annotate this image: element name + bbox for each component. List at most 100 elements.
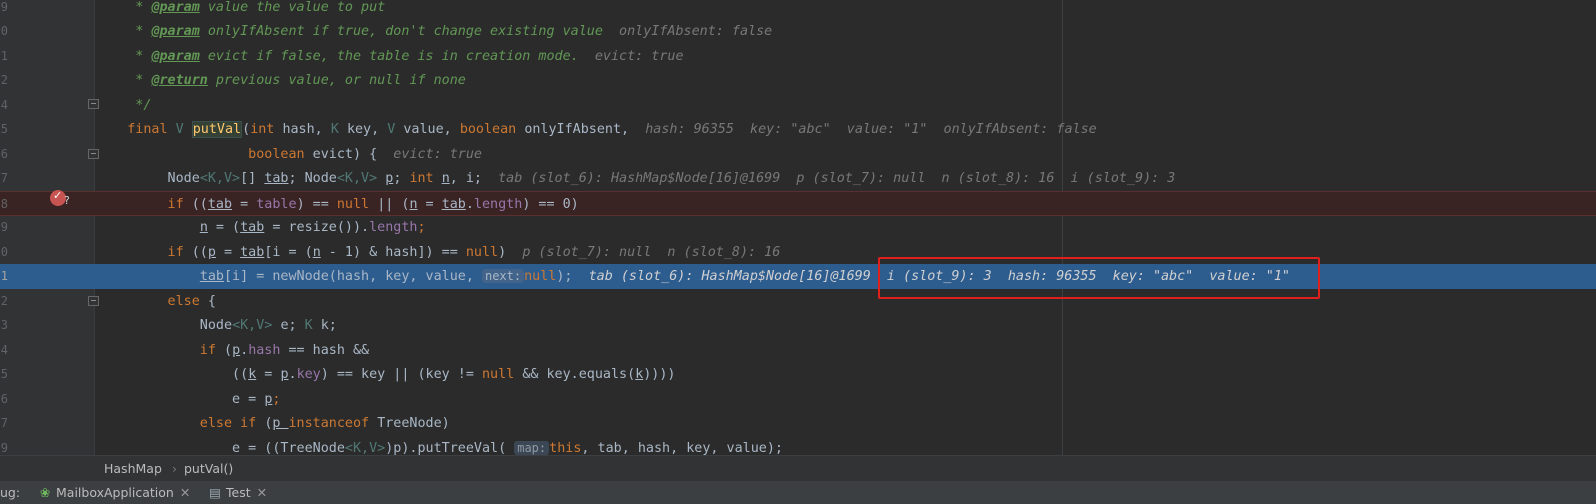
code-line[interactable]: 4 */ [0,93,1596,118]
code-token: @param [151,49,200,64]
code-line[interactable]: 7 Node<K,V>[] tab; Node<K,V> p; int n, i… [0,166,1596,191]
code-line[interactable]: 6 boolean evict) { evict: true [0,142,1596,167]
code-token: ; [272,392,281,407]
code-token: && key.equals( [522,367,636,382]
inline-debug-value: evict: true [393,147,482,162]
code-token: ); [556,269,589,284]
code-line[interactable]: 5 final V putVal(int hash, K key, V valu… [0,117,1596,142]
code-token: ) == [296,197,337,212]
code-line[interactable]: 6 e = p; [0,387,1596,412]
inline-debug-value: onlyIfAbsent: false [619,24,773,39]
code-token: ( [242,122,251,137]
tab-mailbox-application[interactable]: ❀ MailboxApplication ✕ [38,481,191,504]
code-token: null [465,245,499,260]
code-token: p [207,245,216,260]
code-token: (( [191,197,208,212]
code-token: tab [199,269,224,284]
code-token: = [232,197,257,212]
code-token: = [417,197,442,212]
code-text: Node<K,V> e; K k; [95,313,337,338]
code-token: n [199,220,208,235]
code-token: final [95,122,176,137]
code-line[interactable]: 9 e = ((TreeNode<K,V>)p).putTreeVal( map… [0,436,1596,455]
code-line[interactable]: 8 if ((tab = table) == null || (n = tab.… [0,191,1596,216]
code-text: * @param value the value to put [95,0,385,20]
code-token: <K,V> [232,318,281,333]
code-token: previous value, or null if none [207,73,466,88]
code-token: (( [191,245,208,260]
code-line[interactable]: 9 * @param value the value to put [0,0,1596,20]
code-token: Node [95,318,233,333]
code-token: . [240,343,249,358]
code-editor[interactable]: 9 * @param value the value to put 0 * @pa… [0,0,1596,455]
code-token: onlyIfAbsent if true, don't change exist… [207,24,620,39]
tab-label: Test [226,485,251,500]
line-number: 5 [0,122,8,136]
close-icon[interactable]: ✕ [180,485,190,500]
code-line[interactable]: 2 * @return previous value, or null if n… [0,68,1596,93]
code-text: if ((tab = table) == null || (n = tab.le… [95,192,579,217]
code-text: if (p.hash == hash && [95,338,369,363]
inline-debug-value: evict: true [594,49,684,64]
code-token: evict) { [312,147,394,162]
parameter-name-hint: next: [481,269,525,283]
line-number: 7 [0,416,8,430]
code-line[interactable]: 0 if ((p = tab[i = (n - 1) & hash]) == n… [0,240,1596,265]
breadcrumb-item-method[interactable]: putVal() [184,456,233,481]
code-line[interactable]: 4 if (p.hash == hash && [0,338,1596,363]
code-token: p [272,416,289,431]
code-line[interactable]: 3 Node<K,V> e; K k; [0,313,1596,338]
code-token: . [288,367,297,382]
fold-toggle-icon[interactable] [88,296,99,306]
code-token: table [256,197,297,212]
code-line[interactable]: 9 n = (tab = resize()).length; [0,215,1596,240]
code-token: ; [393,171,410,186]
spring-app-icon: ❀ [39,485,51,500]
code-token: tab [441,197,466,212]
breadcrumb-item-class[interactable]: HashMap [104,456,162,481]
line-number: 3 [0,318,8,332]
code-token: this [549,441,582,455]
code-line[interactable]: 2 else { [0,289,1596,314]
fold-toggle-icon[interactable] [88,149,99,159]
line-number: 4 [0,98,8,112]
code-line[interactable]: 5 ((k = p.key) == key || (key != null &&… [0,362,1596,387]
line-number: 1 [0,269,8,283]
code-text: e = p; [95,387,280,412]
code-text: ((k = p.key) == key || (key != null && k… [95,362,676,387]
code-line[interactable]: 0 * @param onlyIfAbsent if true, don't c… [0,19,1596,44]
close-icon[interactable]: ✕ [257,485,267,500]
code-token: ) [498,245,523,260]
inline-debug-value: hash: 96355 key: "abc" value: "1" onlyIf… [645,122,1097,137]
code-token: [] [240,171,265,186]
code-token: )))) [643,367,676,382]
breadcrumb-separator: › [172,461,177,476]
code-token: V [175,122,192,137]
code-token: K [304,318,321,333]
code-token: n [441,171,450,186]
current-execution-line[interactable]: 1 tab[i] = newNode(hash, key, value, nex… [0,264,1596,289]
code-token: tab [240,245,265,260]
breakpoint-icon[interactable]: ✓ ? [50,189,70,207]
code-text: else if (p instanceof TreeNode) [95,411,450,436]
code-text: */ [95,93,151,118]
code-line[interactable]: 7 else if (p instanceof TreeNode) [0,411,1596,436]
tab-test[interactable]: ▤ Test ✕ [208,481,267,504]
line-number: 0 [0,24,8,38]
code-token: , i; [449,171,499,186]
code-token: , tab, hash, key, value); [581,441,783,455]
code-token: ) == 0) [522,197,579,212]
code-token: tab [264,171,289,186]
fold-toggle-icon[interactable] [88,99,99,109]
code-text: else { [95,289,216,314]
code-token: instanceof [288,416,378,431]
code-token: * [95,49,152,64]
code-line[interactable]: 1 * @param evict if false, the table is … [0,44,1596,69]
line-number: 6 [0,147,8,161]
code-text: if ((p = tab[i = (n - 1) & hash]) == nul… [95,240,781,265]
code-token: <K,V> [344,441,386,455]
